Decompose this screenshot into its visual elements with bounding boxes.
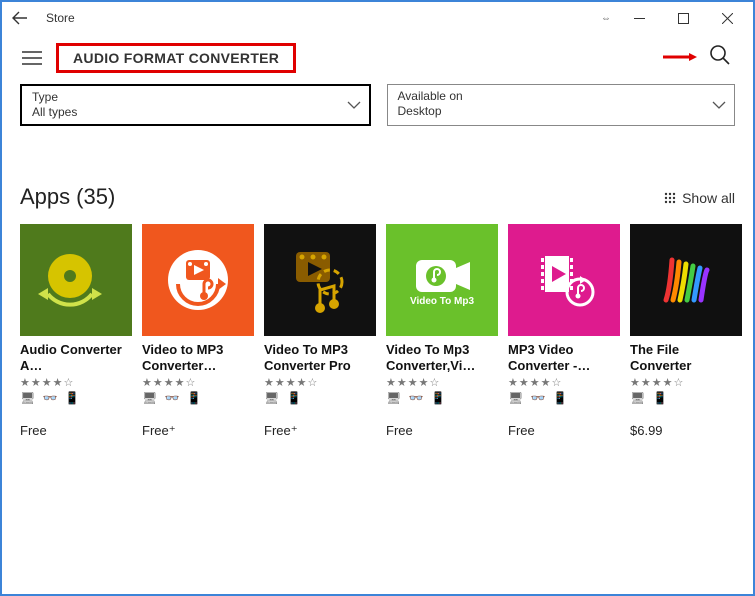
app-card[interactable]: Video to MP3 Converter… ★★★★☆ 🖥 👓 📱 Free⁺: [142, 224, 254, 439]
app-devices: 🖥 👓 📱: [508, 391, 620, 405]
annotation-arrow: [663, 52, 697, 62]
app-name: Video To MP3 Converter Pro: [264, 342, 376, 374]
app-name: Video to MP3 Converter…: [142, 342, 254, 374]
filter-type[interactable]: Type All types: [20, 84, 371, 126]
app-devices: 🖥 👓 📱: [142, 391, 254, 405]
search-button[interactable]: [709, 44, 731, 66]
show-all-label: Show all: [682, 190, 735, 206]
window-titlebar: Store ⇔: [2, 2, 753, 34]
section-header: Apps (35) Show all: [2, 184, 753, 210]
app-tile: [630, 224, 742, 336]
app-card[interactable]: Video To Mp3 Video To Mp3 Converter,Vi… ★★…: [386, 224, 498, 439]
minimize-button[interactable]: [617, 2, 661, 34]
search-query-highlight: AUDIO FORMAT CONVERTER: [56, 43, 296, 73]
app-card[interactable]: MP3 Video Converter -… ★★★★☆ 🖥 👓 📱 Free: [508, 224, 620, 439]
section-title: Apps: [20, 184, 70, 210]
app-card[interactable]: The File Converter ★★★★☆ 🖥 📱 $6.99: [630, 224, 742, 439]
app-name: Audio Converter A…: [20, 342, 132, 374]
app-price: Free: [20, 423, 132, 438]
grid-icon: [664, 192, 676, 204]
app-rating: ★★★★☆: [630, 376, 742, 389]
app-rating: ★★★★☆: [142, 376, 254, 389]
window-title: Store: [46, 11, 75, 25]
chevron-down-icon: [712, 101, 726, 109]
menu-button[interactable]: [18, 44, 46, 72]
app-devices: 🖥 📱: [264, 391, 376, 405]
app-price: Free: [386, 423, 498, 438]
filter-value: Desktop: [398, 104, 705, 119]
app-tile: [142, 224, 254, 336]
section-count: (35): [76, 184, 115, 210]
maximize-button[interactable]: [661, 2, 705, 34]
app-toolbar: AUDIO FORMAT CONVERTER: [2, 34, 753, 82]
app-name: The File Converter: [630, 342, 742, 374]
filter-available-on[interactable]: Available on Desktop: [387, 84, 736, 126]
app-tile: [20, 224, 132, 336]
app-tile: Video To Mp3: [386, 224, 498, 336]
filters-row: Type All types Available on Desktop: [2, 84, 753, 126]
apps-row: Audio Converter A… ★★★★☆ 🖥 👓 📱 Free Video to…: [2, 210, 753, 439]
app-devices: 🖥 👓 📱: [20, 391, 132, 405]
app-rating: ★★★★☆: [264, 376, 376, 389]
app-card[interactable]: Audio Converter A… ★★★★☆ 🖥 👓 📱 Free: [20, 224, 132, 439]
app-devices: 🖥 📱: [630, 391, 742, 405]
filter-value: All types: [32, 105, 339, 120]
app-price: $6.99: [630, 423, 742, 438]
resize-icon: ⇔: [601, 13, 611, 24]
app-price: Free⁺: [264, 423, 376, 439]
filter-label: Available on: [398, 89, 705, 104]
svg-text:Video To Mp3: Video To Mp3: [410, 296, 475, 307]
app-price: Free: [508, 423, 620, 438]
chevron-down-icon: [347, 101, 361, 109]
app-devices: 🖥 👓 📱: [386, 391, 498, 405]
app-name: MP3 Video Converter -…: [508, 342, 620, 374]
filter-label: Type: [32, 90, 339, 105]
app-rating: ★★★★☆: [508, 376, 620, 389]
app-rating: ★★★★☆: [386, 376, 498, 389]
close-button[interactable]: [705, 2, 749, 34]
app-tile: [508, 224, 620, 336]
back-button[interactable]: [6, 4, 34, 32]
app-price: Free⁺: [142, 423, 254, 439]
app-tile: [264, 224, 376, 336]
app-card[interactable]: Video To MP3 Converter Pro ★★★★☆ 🖥 📱 Free⁺: [264, 224, 376, 439]
app-name: Video To Mp3 Converter,Vi…: [386, 342, 498, 374]
show-all-button[interactable]: Show all: [664, 190, 735, 206]
app-rating: ★★★★☆: [20, 376, 132, 389]
